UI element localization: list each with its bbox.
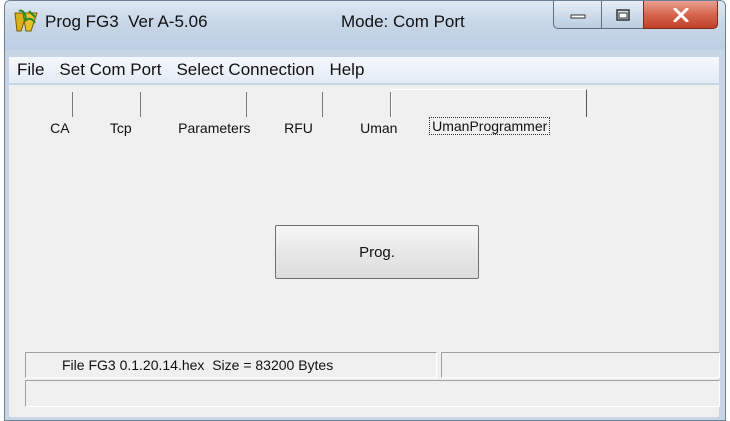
app-logo-icon [14, 9, 38, 32]
menu-set-com-port[interactable]: Set Com Port [59, 60, 161, 80]
menu-bar: File Set Com Port Select Connection Help [9, 57, 719, 83]
tab-umanprogrammer[interactable]: UmanProgrammer [391, 89, 587, 135]
client-area: CA Tcp Parameters RFU Uman UmanProgramme… [9, 85, 720, 417]
tab-label: Parameters [178, 120, 251, 136]
tab-label: UmanProgrammer [429, 117, 551, 135]
menu-file[interactable]: File [17, 60, 44, 80]
mode-label: Mode: Com Port [341, 12, 465, 31]
app-window: Prog FG3 Ver A-5.06 Mode: Com Port File … [4, 0, 726, 421]
tab-label: RFU [284, 120, 313, 136]
status-file-info: File FG3 0.1.20.14.hex Size = 83200 Byte… [25, 352, 437, 378]
close-button[interactable] [643, 1, 718, 29]
window-title: Prog FG3 Ver A-5.06 [45, 12, 208, 31]
maximize-button[interactable] [601, 1, 644, 29]
tab-parameters[interactable]: Parameters [141, 92, 250, 136]
close-icon [673, 7, 688, 22]
status-panel-secondary [441, 352, 720, 378]
prog-button[interactable]: Prog. [275, 225, 479, 279]
menu-help[interactable]: Help [329, 60, 364, 80]
menu-select-connection[interactable]: Select Connection [176, 60, 314, 80]
maximize-icon [615, 8, 630, 21]
caption-buttons [553, 1, 718, 29]
tab-label: CA [50, 120, 70, 136]
tab-uman[interactable]: Uman [323, 92, 397, 136]
tab-strip: CA Tcp Parameters RFU Uman UmanProgramme… [9, 89, 719, 136]
tab-tcp[interactable]: Tcp [73, 92, 141, 136]
title-bar[interactable]: Prog FG3 Ver A-5.06 Mode: Com Port [5, 1, 725, 50]
minimize-button[interactable] [553, 1, 602, 29]
tab-label: Uman [360, 120, 398, 136]
tab-label: Tcp [109, 120, 132, 136]
status-message-bar [25, 380, 720, 407]
minimize-icon [570, 14, 585, 18]
tab-rfu[interactable]: RFU [247, 92, 323, 136]
tab-ca[interactable]: CA [13, 92, 73, 136]
